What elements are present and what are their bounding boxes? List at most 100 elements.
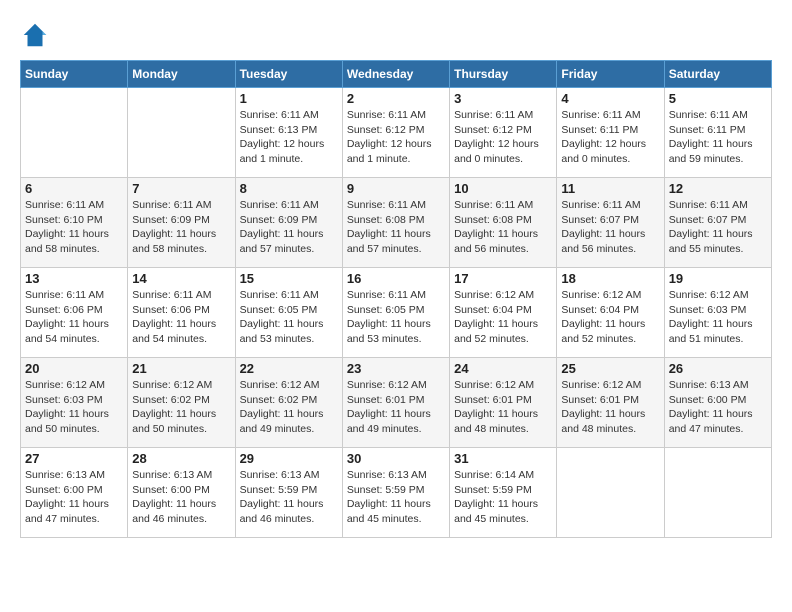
day-number: 20: [25, 361, 123, 376]
calendar-cell: 13 Sunrise: 6:11 AMSunset: 6:06 PMDayligh…: [21, 268, 128, 358]
calendar-cell: 6 Sunrise: 6:11 AMSunset: 6:10 PMDaylight…: [21, 178, 128, 268]
calendar-cell: 14 Sunrise: 6:11 AMSunset: 6:06 PMDayligh…: [128, 268, 235, 358]
day-number: 25: [561, 361, 659, 376]
day-number: 26: [669, 361, 767, 376]
calendar-table: SundayMondayTuesdayWednesdayThursdayFrid…: [20, 60, 772, 538]
calendar-cell: 30 Sunrise: 6:13 AMSunset: 5:59 PMDayligh…: [342, 448, 449, 538]
day-number: 28: [132, 451, 230, 466]
calendar-cell: 21Sunrise: 6:12 AMSunset: 6:02 PMDayligh…: [128, 358, 235, 448]
calendar-cell: 17Sunrise: 6:12 AMSunset: 6:04 PMDayligh…: [450, 268, 557, 358]
day-number: 23: [347, 361, 445, 376]
calendar-cell: 29Sunrise: 6:13 AMSunset: 5:59 PMDayligh…: [235, 448, 342, 538]
day-info: Sunrise: 6:13 AMSunset: 6:00 PMDaylight:…: [25, 468, 123, 527]
calendar-cell: 25 Sunrise: 6:12 AMSunset: 6:01 PMDayligh…: [557, 358, 664, 448]
calendar-cell: 22 Sunrise: 6:12 AMSunset: 6:02 PMDayligh…: [235, 358, 342, 448]
logo: [20, 20, 54, 50]
day-number: 14: [132, 271, 230, 286]
day-info: Sunrise: 6:13 AMSunset: 6:00 PMDaylight:…: [669, 378, 767, 437]
page-header: [20, 20, 772, 50]
day-info: Sunrise: 6:11 AMSunset: 6:13 PMDaylight:…: [240, 108, 338, 167]
calendar-cell: [557, 448, 664, 538]
day-info: Sunrise: 6:11 AMSunset: 6:12 PMDaylight:…: [454, 108, 552, 167]
day-number: 16: [347, 271, 445, 286]
day-info: Sunrise: 6:11 AMSunset: 6:10 PMDaylight:…: [25, 198, 123, 257]
logo-icon: [20, 20, 50, 50]
calendar-cell: 20 Sunrise: 6:12 AMSunset: 6:03 PMDayligh…: [21, 358, 128, 448]
day-number: 7: [132, 181, 230, 196]
day-number: 31: [454, 451, 552, 466]
calendar-cell: 26 Sunrise: 6:13 AMSunset: 6:00 PMDayligh…: [664, 358, 771, 448]
calendar-cell: 16 Sunrise: 6:11 AMSunset: 6:05 PMDayligh…: [342, 268, 449, 358]
day-number: 6: [25, 181, 123, 196]
day-info: Sunrise: 6:13 AMSunset: 5:59 PMDaylight:…: [240, 468, 338, 527]
day-info: Sunrise: 6:14 AMSunset: 5:59 PMDaylight:…: [454, 468, 552, 527]
day-info: Sunrise: 6:12 AMSunset: 6:01 PMDaylight:…: [454, 378, 552, 437]
column-header-friday: Friday: [557, 61, 664, 88]
day-info: Sunrise: 6:12 AMSunset: 6:03 PMDaylight:…: [25, 378, 123, 437]
day-info: Sunrise: 6:11 AMSunset: 6:12 PMDaylight:…: [347, 108, 445, 167]
day-info: Sunrise: 6:11 AMSunset: 6:07 PMDaylight:…: [561, 198, 659, 257]
day-number: 30: [347, 451, 445, 466]
day-info: Sunrise: 6:12 AMSunset: 6:02 PMDaylight:…: [132, 378, 230, 437]
calendar-cell: 23 Sunrise: 6:12 AMSunset: 6:01 PMDayligh…: [342, 358, 449, 448]
calendar-cell: 27 Sunrise: 6:13 AMSunset: 6:00 PMDayligh…: [21, 448, 128, 538]
day-info: Sunrise: 6:12 AMSunset: 6:03 PMDaylight:…: [669, 288, 767, 347]
calendar-cell: 18Sunrise: 6:12 AMSunset: 6:04 PMDayligh…: [557, 268, 664, 358]
day-info: Sunrise: 6:11 AMSunset: 6:11 PMDaylight:…: [561, 108, 659, 167]
day-info: Sunrise: 6:11 AMSunset: 6:09 PMDaylight:…: [132, 198, 230, 257]
column-header-thursday: Thursday: [450, 61, 557, 88]
column-header-tuesday: Tuesday: [235, 61, 342, 88]
calendar-cell: 28 Sunrise: 6:13 AMSunset: 6:00 PMDayligh…: [128, 448, 235, 538]
calendar-cell: 8Sunrise: 6:11 AMSunset: 6:09 PMDaylight…: [235, 178, 342, 268]
day-info: Sunrise: 6:11 AMSunset: 6:06 PMDaylight:…: [25, 288, 123, 347]
calendar-cell: 19 Sunrise: 6:12 AMSunset: 6:03 PMDayligh…: [664, 268, 771, 358]
day-number: 13: [25, 271, 123, 286]
day-info: Sunrise: 6:12 AMSunset: 6:01 PMDaylight:…: [347, 378, 445, 437]
calendar-week-1: 1 Sunrise: 6:11 AMSunset: 6:13 PMDaylight…: [21, 88, 772, 178]
day-number: 5: [669, 91, 767, 106]
calendar-cell: 2 Sunrise: 6:11 AMSunset: 6:12 PMDaylight…: [342, 88, 449, 178]
calendar-cell: 15Sunrise: 6:11 AMSunset: 6:05 PMDayligh…: [235, 268, 342, 358]
day-number: 27: [25, 451, 123, 466]
calendar-cell: 3Sunrise: 6:11 AMSunset: 6:12 PMDaylight…: [450, 88, 557, 178]
day-info: Sunrise: 6:11 AMSunset: 6:11 PMDaylight:…: [669, 108, 767, 167]
calendar-cell: 7 Sunrise: 6:11 AMSunset: 6:09 PMDaylight…: [128, 178, 235, 268]
day-number: 22: [240, 361, 338, 376]
day-info: Sunrise: 6:11 AMSunset: 6:08 PMDaylight:…: [454, 198, 552, 257]
day-number: 1: [240, 91, 338, 106]
calendar-cell: 31 Sunrise: 6:14 AMSunset: 5:59 PMDayligh…: [450, 448, 557, 538]
calendar-cell: [664, 448, 771, 538]
day-number: 11: [561, 181, 659, 196]
calendar-cell: 1 Sunrise: 6:11 AMSunset: 6:13 PMDaylight…: [235, 88, 342, 178]
column-header-saturday: Saturday: [664, 61, 771, 88]
column-header-monday: Monday: [128, 61, 235, 88]
calendar-cell: 11 Sunrise: 6:11 AMSunset: 6:07 PMDayligh…: [557, 178, 664, 268]
day-info: Sunrise: 6:12 AMSunset: 6:02 PMDaylight:…: [240, 378, 338, 437]
day-number: 10: [454, 181, 552, 196]
calendar-body: 1 Sunrise: 6:11 AMSunset: 6:13 PMDaylight…: [21, 88, 772, 538]
column-header-wednesday: Wednesday: [342, 61, 449, 88]
day-info: Sunrise: 6:11 AMSunset: 6:05 PMDaylight:…: [347, 288, 445, 347]
day-number: 9: [347, 181, 445, 196]
calendar-header: SundayMondayTuesdayWednesdayThursdayFrid…: [21, 61, 772, 88]
day-info: Sunrise: 6:11 AMSunset: 6:05 PMDaylight:…: [240, 288, 338, 347]
calendar-cell: [128, 88, 235, 178]
header-row: SundayMondayTuesdayWednesdayThursdayFrid…: [21, 61, 772, 88]
day-info: Sunrise: 6:11 AMSunset: 6:07 PMDaylight:…: [669, 198, 767, 257]
day-number: 2: [347, 91, 445, 106]
calendar-week-4: 20 Sunrise: 6:12 AMSunset: 6:03 PMDayligh…: [21, 358, 772, 448]
calendar-cell: 10 Sunrise: 6:11 AMSunset: 6:08 PMDayligh…: [450, 178, 557, 268]
day-info: Sunrise: 6:13 AMSunset: 6:00 PMDaylight:…: [132, 468, 230, 527]
calendar-cell: 24Sunrise: 6:12 AMSunset: 6:01 PMDayligh…: [450, 358, 557, 448]
day-info: Sunrise: 6:11 AMSunset: 6:08 PMDaylight:…: [347, 198, 445, 257]
calendar-cell: 4 Sunrise: 6:11 AMSunset: 6:11 PMDaylight…: [557, 88, 664, 178]
day-number: 18: [561, 271, 659, 286]
day-info: Sunrise: 6:11 AMSunset: 6:06 PMDaylight:…: [132, 288, 230, 347]
day-info: Sunrise: 6:13 AMSunset: 5:59 PMDaylight:…: [347, 468, 445, 527]
calendar-week-5: 27 Sunrise: 6:13 AMSunset: 6:00 PMDayligh…: [21, 448, 772, 538]
day-number: 19: [669, 271, 767, 286]
day-number: 8: [240, 181, 338, 196]
day-number: 4: [561, 91, 659, 106]
day-info: Sunrise: 6:12 AMSunset: 6:01 PMDaylight:…: [561, 378, 659, 437]
day-number: 17: [454, 271, 552, 286]
